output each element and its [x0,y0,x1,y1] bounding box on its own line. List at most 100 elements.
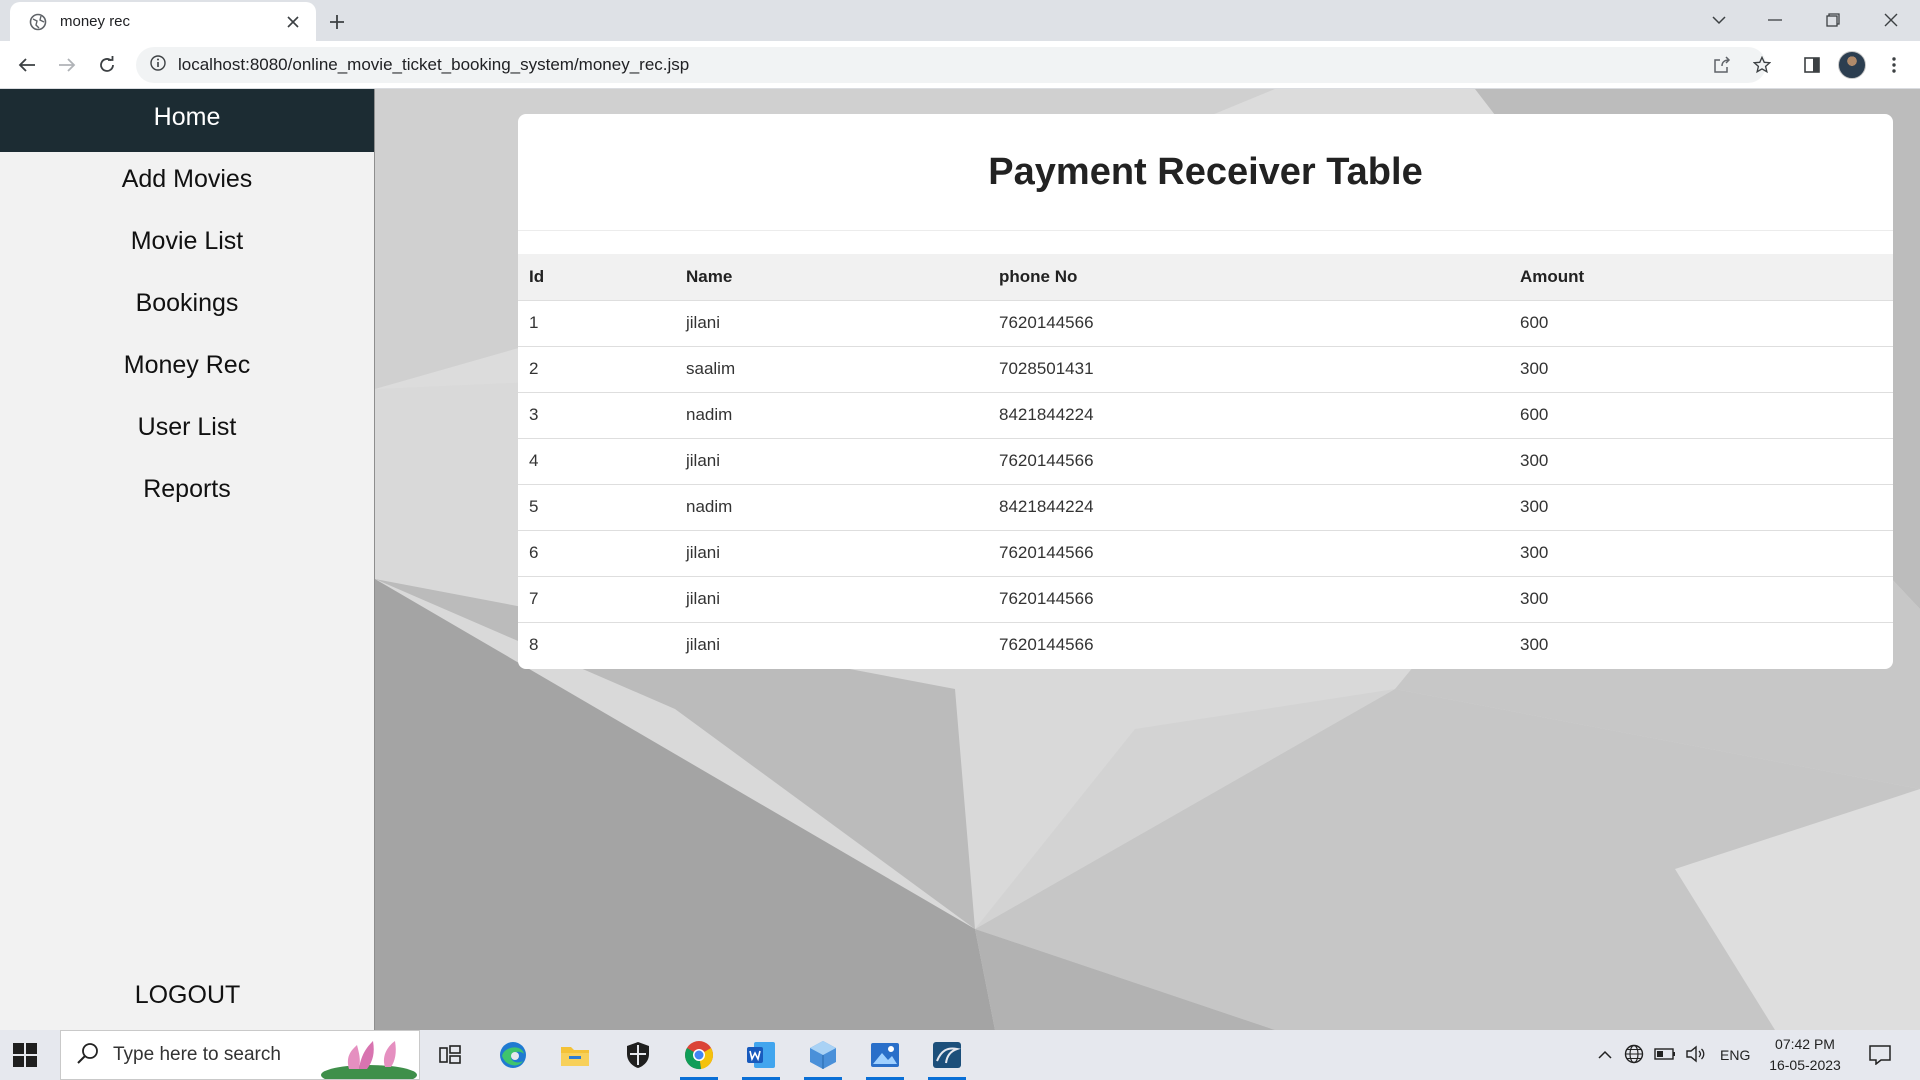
photos-icon[interactable] [860,1035,910,1080]
search-highlight-lotus-icon [319,1031,419,1079]
table-row: 1 jilani 7620144566 600 [518,299,1893,346]
cell-name: saalim [675,345,988,392]
cell-phone: 7620144566 [988,529,1509,576]
cell-id: 4 [518,437,675,484]
cell-id: 3 [518,391,675,438]
payment-receiver-card: Payment Receiver Table Id Name phone No … [518,114,1893,669]
3d-box-app-icon[interactable] [798,1035,848,1080]
column-header-phone: phone No [988,254,1509,300]
reload-icon[interactable] [93,51,121,79]
cell-phone: 8421844224 [988,391,1509,438]
tab-title: money rec [60,13,131,30]
network-globe-icon[interactable] [1624,1044,1644,1067]
cell-id: 2 [518,345,675,392]
payment-table: Id Name phone No Amount 1 jilani 7620144… [518,254,1893,668]
table-header-row: Id Name phone No Amount [518,254,1893,300]
mysql-workbench-icon[interactable] [922,1035,972,1080]
minimize-icon[interactable] [1755,4,1795,36]
globe-icon [28,12,48,32]
windows-taskbar: Type here to search ENG 07:42 PM 16-05-2… [0,1030,1920,1080]
cell-amount: 300 [1509,483,1893,530]
task-view-icon[interactable] [425,1035,475,1075]
chrome-browser-icon[interactable] [674,1035,724,1080]
profile-avatar[interactable] [1834,47,1870,83]
table-row: 5 nadim 8421844224 300 [518,483,1893,530]
cell-amount: 600 [1509,391,1893,438]
logout-link[interactable]: LOGOUT [0,981,375,1010]
back-arrow-icon[interactable] [13,51,41,79]
table-row: 6 jilani 7620144566 300 [518,529,1893,576]
browser-tab[interactable]: money rec [10,2,316,41]
column-header-name: Name [675,254,988,300]
share-icon[interactable] [1704,47,1740,83]
cell-amount: 300 [1509,345,1893,392]
cell-name: jilani [675,621,988,668]
main-content: Payment Receiver Table Id Name phone No … [375,89,1920,1030]
security-shield-icon[interactable] [613,1035,663,1075]
cell-id: 7 [518,575,675,622]
cell-phone: 8421844224 [988,483,1509,530]
cell-id: 8 [518,621,675,668]
battery-icon[interactable] [1654,1047,1676,1063]
sidebar-item-bookings[interactable]: Bookings [0,276,374,338]
cell-phone: 7620144566 [988,437,1509,484]
cell-name: jilani [675,575,988,622]
cell-name: jilani [675,437,988,484]
address-bar[interactable]: localhost:8080/online_movie_ticket_booki… [136,47,1766,83]
column-header-amount: Amount [1509,254,1893,300]
windows-start-icon[interactable] [12,1042,38,1068]
edge-browser-icon[interactable] [488,1035,538,1075]
cell-amount: 300 [1509,621,1893,668]
close-tab-icon[interactable] [282,11,304,33]
restore-icon[interactable] [1813,4,1853,36]
cell-phone: 7028501431 [988,345,1509,392]
bookmark-star-icon[interactable] [1744,47,1780,83]
sidebar-item-add-movies[interactable]: Add Movies [0,152,374,214]
menu-kebab-icon[interactable] [1876,47,1912,83]
clock-date: 16-05-2023 [1769,1057,1841,1073]
browser-toolbar: localhost:8080/online_movie_ticket_booki… [0,41,1920,89]
table-row: 2 saalim 7028501431 300 [518,345,1893,392]
sidebar-item-money-rec[interactable]: Money Rec [0,338,374,400]
cell-amount: 600 [1509,299,1893,346]
clock-time: 07:42 PM [1775,1036,1835,1052]
cell-id: 1 [518,299,675,346]
system-tray: ENG [1598,1030,1750,1080]
cell-amount: 300 [1509,529,1893,576]
tab-search-chevron-icon[interactable] [1699,4,1739,36]
taskbar-search-box[interactable]: Type here to search [60,1030,420,1080]
sidebar-nav: Home Add Movies Movie List Bookings Mone… [0,89,375,1030]
table-row: 8 jilani 7620144566 300 [518,621,1893,668]
language-indicator[interactable]: ENG [1720,1047,1750,1063]
search-icon [77,1042,99,1069]
sidebar-item-user-list[interactable]: User List [0,400,374,462]
volume-icon[interactable] [1686,1045,1706,1066]
sidebar-item-home[interactable]: Home [0,89,374,152]
site-info-icon[interactable] [150,54,166,76]
file-explorer-icon[interactable] [550,1035,600,1075]
taskbar-clock[interactable]: 07:42 PM 16-05-2023 [1760,1034,1850,1076]
web-page: Home Add Movies Movie List Bookings Mone… [0,89,1920,1030]
side-panel-icon[interactable] [1794,47,1830,83]
word-icon[interactable] [736,1035,786,1080]
cell-phone: 7620144566 [988,575,1509,622]
browser-tabstrip: money rec [0,0,1920,41]
new-tab-icon[interactable] [325,10,349,34]
sidebar-item-movie-list[interactable]: Movie List [0,214,374,276]
page-title: Payment Receiver Table [518,114,1893,231]
sidebar-item-reports[interactable]: Reports [0,462,374,524]
close-window-icon[interactable] [1871,4,1911,36]
table-row: 4 jilani 7620144566 300 [518,437,1893,484]
cell-amount: 300 [1509,575,1893,622]
show-hidden-icons-chevron-icon[interactable] [1598,1047,1612,1063]
cell-name: nadim [675,391,988,438]
notification-center-icon[interactable] [1855,1035,1905,1075]
cell-name: jilani [675,299,988,346]
cell-phone: 7620144566 [988,621,1509,668]
table-row: 7 jilani 7620144566 300 [518,575,1893,622]
cell-amount: 300 [1509,437,1893,484]
forward-arrow-icon[interactable] [53,51,81,79]
cell-phone: 7620144566 [988,299,1509,346]
cell-id: 5 [518,483,675,530]
cell-name: nadim [675,483,988,530]
